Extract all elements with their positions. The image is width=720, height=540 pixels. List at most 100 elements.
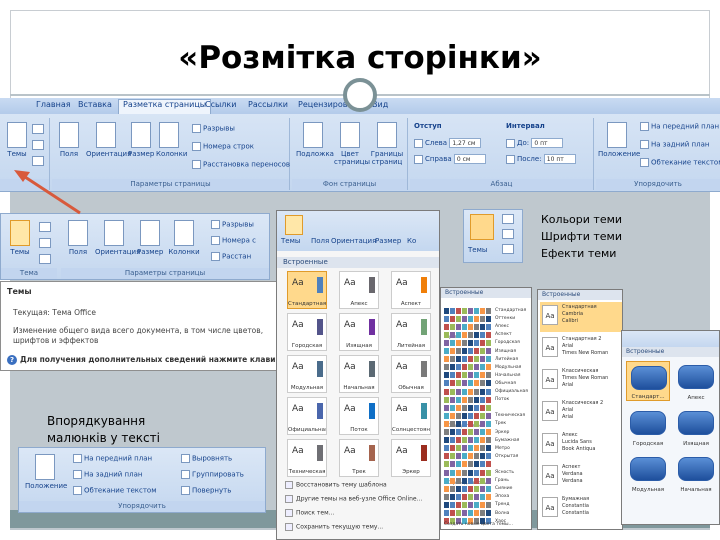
tab-home[interactable]: Главная: [36, 100, 71, 109]
effect-tile[interactable]: Апекс: [674, 361, 718, 401]
color-scheme-item[interactable]: Техническая: [444, 405, 530, 419]
breaks-button[interactable]: Разрывы: [192, 124, 235, 133]
position-button[interactable]: Положение: [598, 122, 640, 158]
panel2-breaks[interactable]: Разрывы: [211, 220, 254, 229]
tab-mailings[interactable]: Рассылки: [248, 100, 288, 109]
bring-front-button[interactable]: На передний план: [640, 122, 719, 131]
color-scheme-item[interactable]: Открытая: [444, 446, 530, 460]
arrange-position-button[interactable]: Положение: [25, 454, 67, 490]
tab-insert[interactable]: Вставка: [78, 100, 112, 109]
send-back-button[interactable]: На задний план: [640, 140, 709, 149]
color-scheme-item[interactable]: Эпоха: [444, 486, 530, 500]
color-scheme-item[interactable]: Поток: [444, 389, 530, 403]
menu-search-themes[interactable]: Поиск тем...: [285, 509, 334, 517]
indent-left-input[interactable]: 1,27 см: [449, 138, 482, 148]
panel2-fonts-icon[interactable]: [39, 238, 51, 248]
arrange-text-wrap[interactable]: Обтекание текстом: [73, 486, 157, 495]
orientation-button[interactable]: Ориентация: [86, 122, 131, 158]
theme-tile[interactable]: Аа Литейная: [391, 313, 431, 351]
theme-tile[interactable]: Аа Апекс: [339, 271, 379, 309]
watermark-button[interactable]: Подложка: [296, 122, 334, 158]
page-borders-button[interactable]: Границы страниц: [370, 122, 404, 166]
color-scheme-item[interactable]: Апекс: [444, 316, 530, 330]
panel2-columns-button[interactable]: Колонки: [167, 220, 201, 256]
font-scheme-item[interactable]: Аа Бумажная Constantia Constantia: [540, 494, 622, 524]
font-scheme-item[interactable]: Аа Апекс Lucida Sans Book Antiqua: [540, 430, 622, 460]
theme-colors-icon[interactable]: [32, 124, 44, 134]
color-scheme-item[interactable]: Городская: [444, 332, 530, 346]
color-scheme-item[interactable]: Грань: [444, 470, 530, 484]
menu-reset-theme[interactable]: Восстановить тему шаблона: [285, 481, 387, 489]
effect-tile[interactable]: Начальная: [674, 453, 718, 493]
theme-effects-icon[interactable]: [32, 156, 44, 166]
indent-right-input[interactable]: 0 см: [453, 154, 486, 164]
color-scheme-item[interactable]: Литейная: [444, 349, 530, 363]
theme-tile[interactable]: Аа Трек: [339, 439, 379, 477]
gallery-orientation-btn[interactable]: Ориентация: [331, 237, 376, 245]
themes-button[interactable]: Темы: [4, 122, 30, 158]
panel2-line-numbers[interactable]: Номера с: [211, 236, 256, 245]
theme-tile[interactable]: Аа Официальная: [287, 397, 327, 435]
panel2-effects-icon[interactable]: [39, 254, 51, 264]
color-scheme-item[interactable]: Модульная: [444, 357, 530, 371]
theme-tile[interactable]: Аа Изящная: [339, 313, 379, 351]
arrange-bring-front[interactable]: На передний план: [73, 454, 152, 463]
color-scheme-item[interactable]: Трек: [444, 413, 530, 427]
effect-tile[interactable]: Стандарт...: [626, 361, 670, 401]
panel2-margins-button[interactable]: Поля: [65, 220, 91, 256]
color-scheme-item[interactable]: Аспект: [444, 324, 530, 338]
color-scheme-item[interactable]: Хаос: [444, 511, 530, 525]
gallery-themes-btn[interactable]: Темы: [281, 237, 300, 245]
create-colors-link[interactable]: Создать новые цвета темы...: [444, 522, 513, 527]
theme-tile[interactable]: Аа Солнцестояние: [391, 397, 431, 435]
gallery-columns-btn[interactable]: Ко: [407, 237, 416, 245]
menu-save-theme[interactable]: Сохранить текущую тему...: [285, 523, 383, 531]
margins-button[interactable]: Поля: [56, 122, 82, 158]
color-scheme-item[interactable]: Тренд: [444, 494, 530, 508]
panel2-colors-icon[interactable]: [39, 222, 51, 232]
font-scheme-item[interactable]: Аа Классическая 2 Arial Arial: [540, 398, 622, 428]
text-wrap-button[interactable]: Обтекание текстом: [640, 158, 720, 167]
font-scheme-item[interactable]: Аа Стандартная 2 Arial Times New Roman: [540, 334, 622, 364]
hyphenation-button[interactable]: Расстановка переносов: [192, 160, 290, 169]
panel2-hyphenation[interactable]: Расстан: [211, 252, 251, 261]
tab-references[interactable]: Ссылки: [205, 100, 236, 109]
font-scheme-item[interactable]: Аа Аспект Verdana Verdana: [540, 462, 622, 492]
mini-fonts-icon[interactable]: [502, 229, 514, 239]
color-scheme-item[interactable]: Солнцестояние: [444, 397, 530, 429]
gallery-size-btn[interactable]: Размер: [375, 237, 401, 245]
theme-tile[interactable]: Аа Начальная: [339, 355, 379, 393]
arrange-rotate[interactable]: Повернуть: [181, 486, 231, 495]
menu-more-themes[interactable]: Другие темы на веб-узле Office Online...: [285, 495, 422, 503]
spacing-before-input[interactable]: 0 пт: [531, 138, 564, 148]
color-scheme-item[interactable]: Сияние: [444, 478, 530, 492]
theme-tile[interactable]: Аа Поток: [339, 397, 379, 435]
color-scheme-item[interactable]: Стандартная: [444, 300, 530, 314]
panel2-size-button[interactable]: Размер: [137, 220, 163, 256]
panel2-orientation-button[interactable]: Ориентация: [95, 220, 140, 256]
effect-tile[interactable]: Изящная: [674, 407, 718, 447]
theme-tile[interactable]: Аа Городская: [287, 313, 327, 351]
mini-effects-icon[interactable]: [502, 244, 514, 254]
tab-page-layout[interactable]: Разметка страницы: [118, 99, 212, 114]
theme-tile[interactable]: Аа Обычная: [391, 355, 431, 393]
panel2-themes-button[interactable]: Темы: [7, 220, 33, 256]
color-scheme-item[interactable]: Обычная: [444, 373, 530, 387]
color-scheme-item[interactable]: Оттенки серого: [444, 308, 530, 340]
arrange-group[interactable]: Группировать: [181, 470, 244, 479]
color-scheme-item[interactable]: Волна: [444, 503, 530, 516]
columns-button[interactable]: Колонки: [156, 122, 187, 158]
mini-themes-icon[interactable]: [470, 214, 494, 240]
color-scheme-item[interactable]: Эркер: [444, 422, 530, 435]
effect-tile[interactable]: Модульная: [626, 453, 670, 493]
font-scheme-item[interactable]: Аа Классическая Times New Roman Arial: [540, 366, 622, 396]
theme-tile[interactable]: Аа Модульная: [287, 355, 327, 393]
size-button[interactable]: Размер: [128, 122, 154, 158]
color-scheme-item[interactable]: Начальная: [444, 365, 530, 379]
theme-tile[interactable]: Аа Эркер: [391, 439, 431, 477]
gallery-margins-btn[interactable]: Поля: [311, 237, 329, 245]
mini-colors-icon[interactable]: [502, 214, 514, 224]
arrange-align[interactable]: Выровнять: [181, 454, 232, 463]
theme-fonts-icon[interactable]: [32, 140, 44, 150]
color-scheme-item[interactable]: Изящная: [444, 341, 530, 354]
